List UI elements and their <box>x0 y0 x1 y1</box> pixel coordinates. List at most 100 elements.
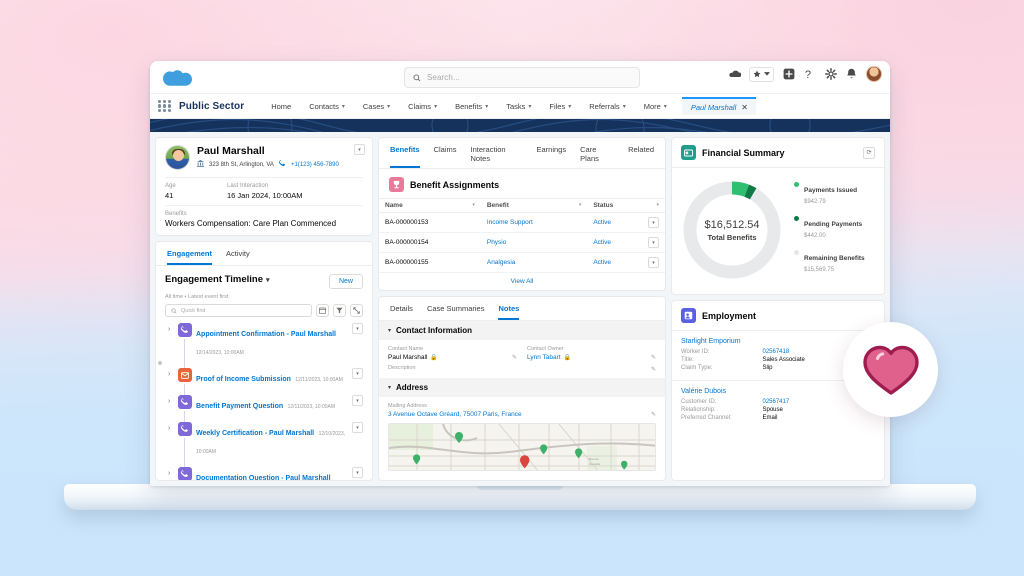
timeline-item-title[interactable]: Documentation Question - Paul Marshall <box>196 475 331 481</box>
nav-item-contacts[interactable]: Contacts▾ <box>300 102 354 111</box>
row-actions-button[interactable]: ▾ <box>352 467 363 478</box>
app-launcher-icon[interactable] <box>158 100 171 113</box>
tab-benefits[interactable]: Benefits <box>390 145 420 168</box>
cell-name: BA-000000153 <box>379 213 481 233</box>
expand-chevron-icon[interactable]: › <box>168 467 174 481</box>
tab-claims[interactable]: Claims <box>434 145 457 168</box>
tab-notes[interactable]: Notes <box>498 304 519 320</box>
tab-activity[interactable]: Activity <box>226 249 250 265</box>
nav-item-benefits[interactable]: Benefits▾ <box>446 102 497 111</box>
last-interaction-label: Last Interaction <box>227 183 363 189</box>
benefit-assignment-icon <box>389 177 404 192</box>
engagement-timeline-list: › Appointment Confirmation - Paul Marsha… <box>165 323 363 481</box>
expand-icon[interactable] <box>350 304 363 317</box>
tab-earnings[interactable]: Earnings <box>537 145 567 168</box>
filter-icon[interactable] <box>333 304 346 317</box>
chevron-down-icon: ▾ <box>342 103 345 110</box>
mailing-address-value[interactable]: 3 Avenue Octave Gréard, 75007 Paris, Fra… <box>388 411 522 418</box>
nav-item-cases[interactable]: Cases▾ <box>354 102 399 111</box>
global-search-input[interactable]: Search... <box>404 67 640 88</box>
related-person-name[interactable]: Valérie Dubois <box>681 388 875 395</box>
timeline-item-title[interactable]: Proof of Income Submission <box>196 376 291 383</box>
row-actions-button[interactable]: ▾ <box>648 257 659 268</box>
close-icon[interactable]: ✕ <box>741 103 748 112</box>
tab-details[interactable]: Details <box>390 304 413 320</box>
nav-item-more[interactable]: More▾ <box>635 102 676 111</box>
cell-name: BA-000000155 <box>379 253 481 273</box>
highlight-panel-actions-button[interactable]: ▾ <box>354 144 365 155</box>
edit-pencil-icon[interactable]: ✎ <box>651 354 656 361</box>
contact-name-field: Contact Name Paul Marshall 🔒 ✎ <box>388 346 517 361</box>
timeline-item-title[interactable]: Benefit Payment Question <box>196 403 283 410</box>
edit-pencil-icon[interactable]: ✎ <box>512 354 517 361</box>
active-record-tab[interactable]: Paul Marshall ✕ <box>682 97 756 115</box>
row-actions-button[interactable]: ▾ <box>352 422 363 433</box>
nav-item-referrals[interactable]: Referrals▾ <box>580 102 634 111</box>
row-actions-button[interactable]: ▾ <box>352 368 363 379</box>
expand-chevron-icon[interactable]: › <box>168 395 174 409</box>
edit-pencil-icon[interactable]: ✎ <box>651 411 656 418</box>
tab-engagement[interactable]: Engagement <box>167 249 212 265</box>
chevron-down-icon[interactable]: ▾ <box>266 277 270 284</box>
address-map[interactable]: Rue deGrenelle <box>388 423 656 471</box>
list-item[interactable]: › Benefit Payment Question 12/11/2023, 1… <box>168 395 363 422</box>
column-header-status[interactable]: Status▾ <box>587 199 665 213</box>
tab-interaction-notes[interactable]: Interaction Notes <box>471 145 523 168</box>
quick-find-input[interactable]: Quick find <box>165 304 312 317</box>
panel-collapse-handle[interactable] <box>158 361 162 365</box>
tab-case-summaries[interactable]: Case Summaries <box>427 304 485 320</box>
employer-name[interactable]: Starlight Emporium <box>681 338 875 345</box>
expand-chevron-icon[interactable]: › <box>168 323 174 337</box>
contact-information-section-header[interactable]: ▾ Contact Information <box>379 321 665 340</box>
age-label: Age <box>165 183 227 189</box>
setup-gear-icon[interactable] <box>824 68 837 81</box>
timeline-item-title[interactable]: Weekly Certification - Paul Marshall <box>196 430 314 437</box>
nav-item-files[interactable]: Files▾ <box>540 102 580 111</box>
calendar-icon[interactable] <box>316 304 329 317</box>
contact-owner-value[interactable]: Lynn Tabart <box>527 354 561 361</box>
highlight-fields-row: Age 41 Last Interaction 16 Jan 2024, 10:… <box>165 177 363 205</box>
row-actions-button[interactable]: ▾ <box>648 237 659 248</box>
favorites-cloud-icon[interactable] <box>728 68 741 81</box>
timeline-item-title[interactable]: Appointment Confirmation - Paul Marshall <box>196 331 336 338</box>
user-avatar[interactable] <box>866 66 882 82</box>
refresh-icon[interactable]: ⟳ <box>863 147 875 159</box>
list-item[interactable]: › Appointment Confirmation - Paul Marsha… <box>168 323 363 368</box>
expand-chevron-icon[interactable]: › <box>168 422 174 436</box>
list-item[interactable]: › Documentation Question - Paul Marshall… <box>168 467 363 481</box>
list-item[interactable]: › Proof of Income Submission 12/11/2023,… <box>168 368 363 395</box>
favorites-star-button[interactable] <box>749 67 774 82</box>
table-row[interactable]: BA-000000153 Income Support Active ▾ <box>379 213 665 233</box>
legend-amount: $942.79 <box>804 199 857 205</box>
table-row[interactable]: BA-000000154 Physio Active ▾ <box>379 233 665 253</box>
column-header-name[interactable]: Name▾ <box>379 199 481 213</box>
column-header-benefit[interactable]: Benefit▾ <box>481 199 587 213</box>
tab-care-plans[interactable]: Care Plans <box>580 145 614 168</box>
nav-item-claims[interactable]: Claims▾ <box>399 102 446 111</box>
description-field: Description ✎ <box>379 363 665 378</box>
nav-item-tasks[interactable]: Tasks▾ <box>497 102 540 111</box>
new-button[interactable]: New <box>329 274 363 289</box>
contact-name-heading: Paul Marshall <box>197 145 339 157</box>
cell-name: BA-000000154 <box>379 233 481 253</box>
notifications-bell-icon[interactable] <box>845 68 858 81</box>
tab-related[interactable]: Related <box>628 145 654 168</box>
list-item[interactable]: › Weekly Certification - Paul Marshall 1… <box>168 422 363 467</box>
nav-item-home[interactable]: Home <box>262 102 300 111</box>
address-section-header[interactable]: ▾ Address <box>379 378 665 397</box>
row-actions-button[interactable]: ▾ <box>352 323 363 334</box>
row-actions-button[interactable]: ▾ <box>648 217 659 228</box>
expand-chevron-icon[interactable]: › <box>168 368 174 382</box>
edit-pencil-icon[interactable]: ✎ <box>651 366 656 373</box>
row-actions-button[interactable]: ▾ <box>352 395 363 406</box>
app-name[interactable]: Public Sector <box>179 101 244 112</box>
table-row[interactable]: BA-000000155 Analgesia Active ▾ <box>379 253 665 273</box>
right-column: Financial Summary ⟳ <box>671 137 885 481</box>
employment-title: Employment <box>702 311 875 321</box>
help-icon[interactable]: ? <box>803 68 816 81</box>
field-row: Relationship: Spouse <box>681 407 875 413</box>
add-icon[interactable] <box>782 68 795 81</box>
financial-summary-icon <box>681 145 696 160</box>
contact-phone-link[interactable]: +1(123) 456-7890 <box>291 162 339 168</box>
view-all-link[interactable]: View All <box>379 273 665 290</box>
